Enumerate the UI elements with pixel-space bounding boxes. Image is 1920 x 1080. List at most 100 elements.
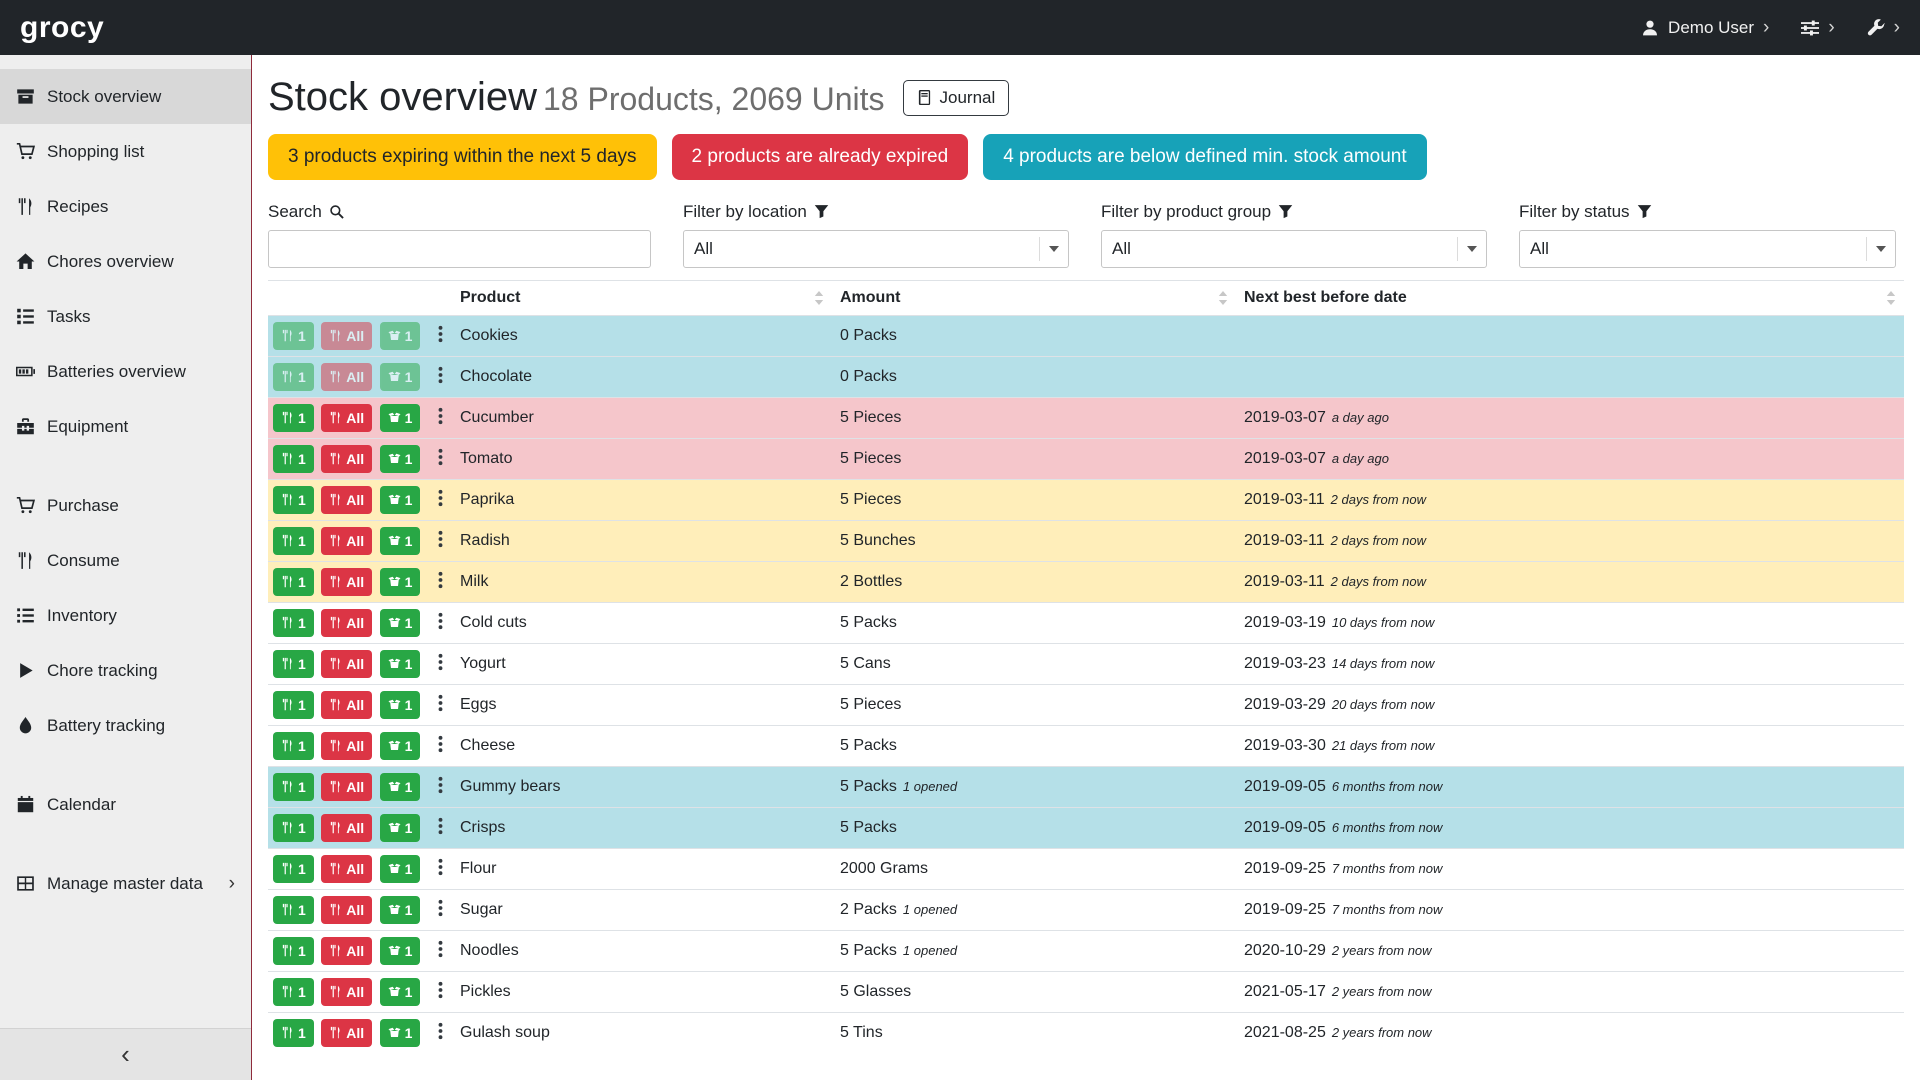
sidebar-collapse-button[interactable]: ‹: [0, 1028, 251, 1080]
row-menu-button[interactable]: [433, 815, 448, 840]
consume-one-button[interactable]: 1: [273, 650, 314, 678]
best-before-column-header[interactable]: Next best before date: [1236, 280, 1904, 315]
consume-one-button[interactable]: 1: [273, 855, 314, 883]
open-one-button[interactable]: 1: [380, 363, 421, 391]
consume-one-button[interactable]: 1: [273, 937, 314, 965]
sidebar-item-chore-tracking[interactable]: Chore tracking: [0, 643, 251, 698]
consume-one-button[interactable]: 1: [273, 363, 314, 391]
consume-all-button[interactable]: All: [321, 609, 372, 637]
consume-all-button[interactable]: All: [321, 732, 372, 760]
product-column-header[interactable]: Product: [452, 280, 832, 315]
sidebar-item-recipes[interactable]: Recipes: [0, 179, 251, 234]
open-one-button[interactable]: 1: [380, 322, 421, 350]
below-min-stock-alert[interactable]: 4 products are below defined min. stock …: [983, 134, 1426, 180]
consume-all-button[interactable]: All: [321, 363, 372, 391]
sidebar-item-battery-tracking[interactable]: Battery tracking: [0, 698, 251, 753]
consume-one-button[interactable]: 1: [273, 527, 314, 555]
row-menu-button[interactable]: [433, 487, 448, 512]
product-group-filter-select[interactable]: All: [1101, 230, 1487, 268]
consume-all-button[interactable]: All: [321, 527, 372, 555]
expired-products-alert[interactable]: 2 products are already expired: [672, 134, 969, 180]
consume-all-button[interactable]: All: [321, 896, 372, 924]
sidebar-item-tasks[interactable]: Tasks: [0, 289, 251, 344]
consume-all-button[interactable]: All: [321, 978, 372, 1006]
row-menu-button[interactable]: [433, 1020, 448, 1045]
row-menu-button[interactable]: [433, 938, 448, 963]
open-one-button[interactable]: 1: [380, 814, 421, 842]
sidebar-item-purchase[interactable]: Purchase: [0, 478, 251, 533]
row-menu-button[interactable]: [433, 856, 448, 881]
open-one-button[interactable]: 1: [380, 568, 421, 596]
row-menu-button[interactable]: [433, 528, 448, 553]
consume-one-button[interactable]: 1: [273, 978, 314, 1006]
consume-one-button[interactable]: 1: [273, 609, 314, 637]
consume-one-button[interactable]: 1: [273, 732, 314, 760]
row-menu-button[interactable]: [433, 774, 448, 799]
open-one-button[interactable]: 1: [380, 1019, 421, 1047]
row-menu-button[interactable]: [433, 692, 448, 717]
row-menu-button[interactable]: [433, 979, 448, 1004]
row-menu-button[interactable]: [433, 364, 448, 389]
consume-all-button[interactable]: All: [321, 322, 372, 350]
sidebar-item-batteries-overview[interactable]: Batteries overview: [0, 344, 251, 399]
search-input[interactable]: [268, 230, 651, 268]
open-one-button[interactable]: 1: [380, 978, 421, 1006]
app-logo[interactable]: grocy: [20, 11, 104, 45]
consume-all-button[interactable]: All: [321, 937, 372, 965]
open-one-button[interactable]: 1: [380, 650, 421, 678]
consume-all-button[interactable]: All: [321, 814, 372, 842]
sidebar-item-shopping-list[interactable]: Shopping list: [0, 124, 251, 179]
sidebar-item-stock-overview[interactable]: Stock overview: [0, 69, 251, 124]
open-one-button[interactable]: 1: [380, 773, 421, 801]
sidebar-item-inventory[interactable]: Inventory: [0, 588, 251, 643]
consume-all-button[interactable]: All: [321, 486, 372, 514]
consume-one-button[interactable]: 1: [273, 322, 314, 350]
consume-one-button[interactable]: 1: [273, 773, 314, 801]
amount-column-header[interactable]: Amount: [832, 280, 1236, 315]
location-filter-select[interactable]: All: [683, 230, 1069, 268]
consume-one-button[interactable]: 1: [273, 486, 314, 514]
sidebar-item-equipment[interactable]: Equipment: [0, 399, 251, 454]
open-one-button[interactable]: 1: [380, 896, 421, 924]
consume-one-button[interactable]: 1: [273, 404, 314, 432]
consume-all-button[interactable]: All: [321, 773, 372, 801]
consume-one-button[interactable]: 1: [273, 691, 314, 719]
consume-one-button[interactable]: 1: [273, 445, 314, 473]
open-one-button[interactable]: 1: [380, 404, 421, 432]
open-one-button[interactable]: 1: [380, 609, 421, 637]
admin-menu[interactable]: ›: [1867, 18, 1900, 37]
row-menu-button[interactable]: [433, 569, 448, 594]
open-one-button[interactable]: 1: [380, 691, 421, 719]
consume-all-button[interactable]: All: [321, 650, 372, 678]
row-menu-button[interactable]: [433, 733, 448, 758]
open-one-button[interactable]: 1: [380, 937, 421, 965]
sidebar-item-manage-master-data[interactable]: Manage master data ›: [0, 856, 251, 911]
consume-all-button[interactable]: All: [321, 691, 372, 719]
row-menu-button[interactable]: [433, 610, 448, 635]
user-menu[interactable]: Demo User ›: [1641, 18, 1769, 38]
open-one-button[interactable]: 1: [380, 486, 421, 514]
consume-all-button[interactable]: All: [321, 404, 372, 432]
journal-button[interactable]: Journal: [903, 80, 1010, 116]
sidebar-item-calendar[interactable]: Calendar: [0, 777, 251, 832]
consume-one-button[interactable]: 1: [273, 814, 314, 842]
consume-all-button[interactable]: All: [321, 1019, 372, 1047]
expiring-products-alert[interactable]: 3 products expiring within the next 5 da…: [268, 134, 657, 180]
consume-all-button[interactable]: All: [321, 568, 372, 596]
row-menu-button[interactable]: [433, 323, 448, 348]
settings-menu[interactable]: ›: [1801, 18, 1834, 37]
consume-all-button[interactable]: All: [321, 855, 372, 883]
open-one-button[interactable]: 1: [380, 855, 421, 883]
consume-one-button[interactable]: 1: [273, 1019, 314, 1047]
row-menu-button[interactable]: [433, 651, 448, 676]
consume-all-button[interactable]: All: [321, 445, 372, 473]
row-menu-button[interactable]: [433, 446, 448, 471]
consume-one-button[interactable]: 1: [273, 568, 314, 596]
sidebar-item-consume[interactable]: Consume: [0, 533, 251, 588]
open-one-button[interactable]: 1: [380, 445, 421, 473]
open-one-button[interactable]: 1: [380, 732, 421, 760]
consume-one-button[interactable]: 1: [273, 896, 314, 924]
open-one-button[interactable]: 1: [380, 527, 421, 555]
row-menu-button[interactable]: [433, 897, 448, 922]
sidebar-item-chores-overview[interactable]: Chores overview: [0, 234, 251, 289]
